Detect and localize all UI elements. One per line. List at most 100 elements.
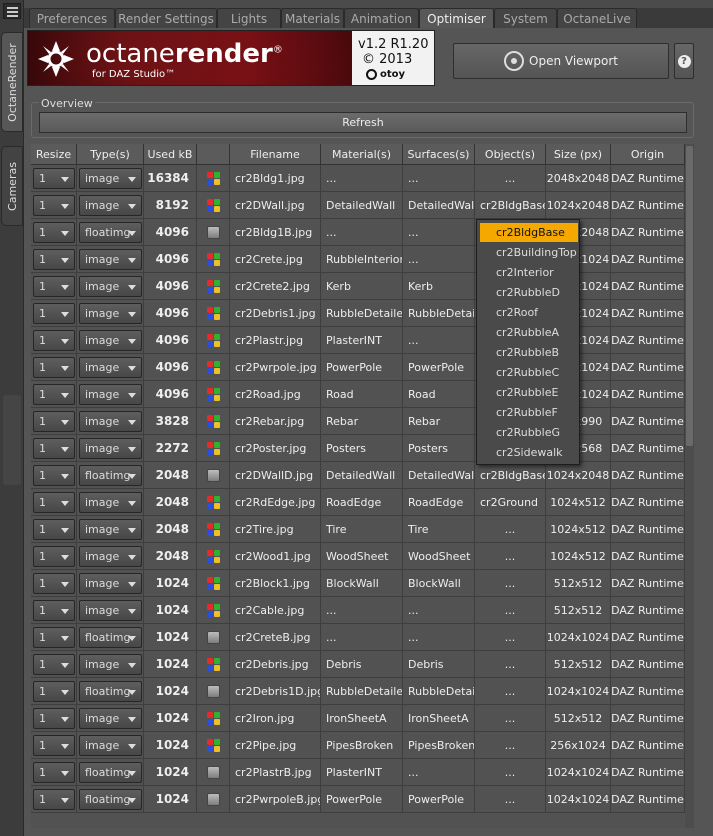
- column-header-type[interactable]: Type(s): [77, 144, 144, 165]
- dropdown-item[interactable]: cr2RubbleG: [480, 423, 578, 442]
- resize-select[interactable]: 1: [33, 330, 75, 351]
- column-header-origin[interactable]: Origin: [611, 144, 685, 165]
- resize-select[interactable]: 1: [33, 438, 75, 459]
- type-select[interactable]: image: [79, 249, 142, 270]
- resize-select[interactable]: 1: [33, 708, 75, 729]
- filename-cell: cr2Debris1.jpg: [230, 300, 321, 327]
- menu-icon[interactable]: [3, 3, 21, 19]
- used-kb-cell: 4096: [144, 381, 197, 408]
- tab-system[interactable]: System: [494, 8, 557, 28]
- dropdown-item[interactable]: cr2RubbleB: [480, 343, 578, 362]
- materials-cell: PowerPole: [321, 786, 403, 813]
- dropdown-item[interactable]: cr2Sidewalk: [480, 443, 578, 462]
- type-select[interactable]: image: [79, 357, 142, 378]
- object-dropdown-list[interactable]: cr2BldgBase cr2BuildingTop cr2Interior cr2R…: [476, 219, 580, 465]
- tab-render-settings[interactable]: Render Settings: [115, 8, 217, 28]
- resize-select[interactable]: 1: [33, 303, 75, 324]
- resize-select[interactable]: 1: [33, 195, 75, 216]
- side-tab-cameras[interactable]: Cameras: [1, 146, 23, 226]
- column-header-resize[interactable]: Resize: [31, 144, 77, 165]
- type-select[interactable]: image: [79, 411, 142, 432]
- type-select[interactable]: image: [79, 546, 142, 567]
- type-select[interactable]: image: [79, 735, 142, 756]
- dropdown-item[interactable]: cr2BuildingTop: [480, 243, 578, 262]
- type-select[interactable]: floatimg: [79, 465, 142, 486]
- type-select[interactable]: image: [79, 276, 142, 297]
- side-tab-octanerender[interactable]: OctaneRender: [1, 32, 23, 132]
- type-cell: floatimg: [77, 759, 144, 786]
- column-header-size[interactable]: Size (px): [546, 144, 611, 165]
- resize-select[interactable]: 1: [33, 762, 75, 783]
- dropdown-item[interactable]: cr2RubbleC: [480, 363, 578, 382]
- chevron-down-icon: [61, 285, 69, 290]
- resize-select[interactable]: 1: [33, 600, 75, 621]
- tab-octanelive[interactable]: OctaneLive: [557, 8, 637, 28]
- dropdown-item[interactable]: cr2Roof: [480, 303, 578, 322]
- resize-select[interactable]: 1: [33, 681, 75, 702]
- type-select[interactable]: image: [79, 438, 142, 459]
- type-cell: image: [77, 489, 144, 516]
- otoy-icon: [366, 69, 377, 80]
- type-select[interactable]: image: [79, 708, 142, 729]
- column-header-filename[interactable]: Filename: [230, 144, 321, 165]
- chevron-down-icon: [61, 501, 69, 506]
- scrollbar-thumb[interactable]: [686, 146, 693, 446]
- type-select[interactable]: floatimg: [79, 627, 142, 648]
- type-select[interactable]: floatimg: [79, 789, 142, 810]
- resize-select[interactable]: 1: [33, 573, 75, 594]
- resize-select[interactable]: 1: [33, 492, 75, 513]
- origin-cell: DAZ Runtime: [611, 219, 685, 246]
- tab-optimiser[interactable]: Optimiser: [419, 8, 494, 28]
- column-header-color[interactable]: [197, 144, 230, 165]
- type-select[interactable]: image: [79, 330, 142, 351]
- resize-select[interactable]: 1: [33, 735, 75, 756]
- column-header-materials[interactable]: Material(s): [321, 144, 403, 165]
- type-select[interactable]: image: [79, 600, 142, 621]
- type-select[interactable]: image: [79, 303, 142, 324]
- table-scrollbar[interactable]: [685, 144, 694, 828]
- refresh-button[interactable]: Refresh: [39, 112, 687, 133]
- dropdown-item[interactable]: cr2RubbleD: [480, 283, 578, 302]
- resize-select[interactable]: 1: [33, 168, 75, 189]
- type-select[interactable]: floatimg: [79, 681, 142, 702]
- column-header-objects[interactable]: Object(s): [475, 144, 546, 165]
- tab-animation[interactable]: Animation: [344, 8, 419, 28]
- resize-select[interactable]: 1: [33, 654, 75, 675]
- type-select[interactable]: floatimg: [79, 762, 142, 783]
- dropdown-item[interactable]: cr2BldgBase: [480, 223, 578, 242]
- tab-lights[interactable]: Lights: [217, 8, 281, 28]
- resize-select[interactable]: 1: [33, 357, 75, 378]
- type-select[interactable]: image: [79, 168, 142, 189]
- resize-select[interactable]: 1: [33, 249, 75, 270]
- tab-materials[interactable]: Materials: [281, 8, 344, 28]
- resize-select[interactable]: 1: [33, 627, 75, 648]
- resize-select[interactable]: 1: [33, 789, 75, 810]
- dropdown-item[interactable]: cr2Interior: [480, 263, 578, 282]
- help-button[interactable]: ?: [674, 43, 694, 79]
- type-select[interactable]: image: [79, 384, 142, 405]
- resize-select[interactable]: 1: [33, 276, 75, 297]
- resize-select[interactable]: 1: [33, 222, 75, 243]
- type-select[interactable]: image: [79, 654, 142, 675]
- type-select[interactable]: image: [79, 573, 142, 594]
- resize-select[interactable]: 1: [33, 519, 75, 540]
- resize-select[interactable]: 1: [33, 465, 75, 486]
- column-header-used-kb[interactable]: Used kB: [144, 144, 197, 165]
- dropdown-item[interactable]: cr2RubbleA: [480, 323, 578, 342]
- rgb-channel-icon: [206, 603, 220, 617]
- column-header-surfaces[interactable]: Surfaces(s): [403, 144, 475, 165]
- type-select[interactable]: image: [79, 195, 142, 216]
- resize-select[interactable]: 1: [33, 546, 75, 567]
- resize-select[interactable]: 1: [33, 411, 75, 432]
- type-select[interactable]: floatimg: [79, 222, 142, 243]
- resize-select[interactable]: 1: [33, 384, 75, 405]
- open-viewport-button[interactable]: Open Viewport: [453, 43, 669, 79]
- type-select[interactable]: image: [79, 519, 142, 540]
- grayscale-channel-icon: [206, 684, 220, 698]
- tab-preferences[interactable]: Preferences: [29, 8, 115, 28]
- type-select[interactable]: image: [79, 492, 142, 513]
- side-handle[interactable]: [3, 395, 21, 485]
- dropdown-item[interactable]: cr2RubbleF: [480, 403, 578, 422]
- surfaces-cell: PowerPole: [403, 786, 475, 813]
- dropdown-item[interactable]: cr2RubbleE: [480, 383, 578, 402]
